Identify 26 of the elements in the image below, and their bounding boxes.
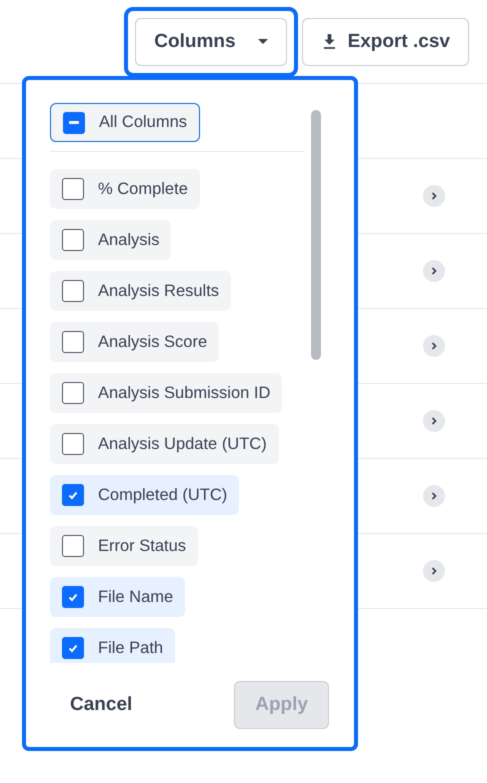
chevron-right-icon[interactable] xyxy=(423,335,445,357)
download-icon xyxy=(322,34,336,49)
column-checkbox[interactable]: Analysis Results xyxy=(50,271,232,311)
checkmark-icon xyxy=(67,591,79,603)
all-columns-checkbox[interactable]: All Columns xyxy=(50,103,200,142)
chevron-right-icon[interactable] xyxy=(423,410,445,432)
checkmark-icon xyxy=(67,642,79,654)
chevron-right-icon[interactable] xyxy=(423,485,445,507)
chevron-right-icon[interactable] xyxy=(423,185,445,207)
column-checkbox[interactable]: Analysis Submission ID xyxy=(50,373,282,413)
chevron-right-icon[interactable] xyxy=(423,560,445,582)
column-checkbox[interactable]: File Path xyxy=(50,628,176,663)
columns-button[interactable]: Columns xyxy=(135,18,287,66)
column-checkbox[interactable]: Analysis xyxy=(50,220,172,260)
chevron-right-icon[interactable] xyxy=(423,260,445,282)
cancel-button[interactable]: Cancel xyxy=(56,686,146,724)
column-checkbox[interactable]: Analysis Update (UTC) xyxy=(50,424,279,464)
column-checkbox[interactable]: File Name xyxy=(50,577,186,617)
checkmark-icon xyxy=(67,489,79,501)
column-checkbox[interactable]: Error Status xyxy=(50,526,198,566)
scrollbar[interactable] xyxy=(311,110,321,360)
export-button[interactable]: Export .csv xyxy=(302,18,469,66)
column-checkbox[interactable]: % Complete xyxy=(50,169,200,209)
caret-icon xyxy=(258,38,268,44)
column-checkbox[interactable]: Completed (UTC) xyxy=(50,475,240,515)
column-checkbox[interactable]: Analysis Score xyxy=(50,322,220,362)
